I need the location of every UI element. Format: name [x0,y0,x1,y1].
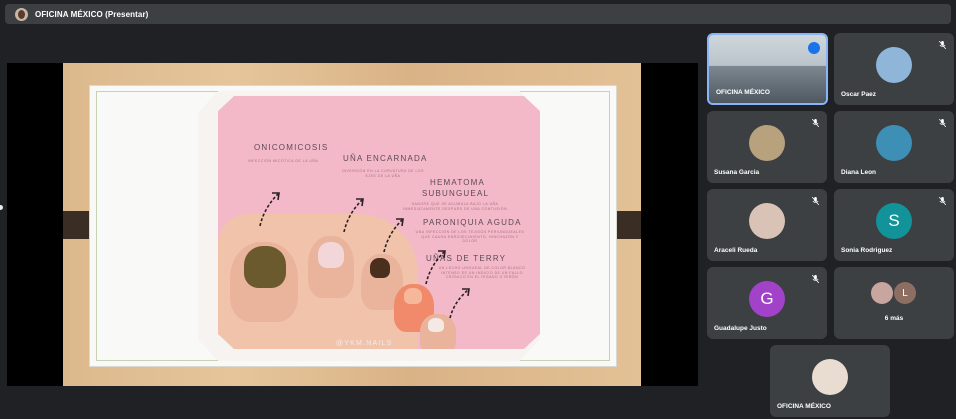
arrow-icon [343,198,364,233]
arrow-icon [259,192,280,227]
nail-hematoma [370,258,390,278]
desc-una-encarnada: INVERSIÓN EN LA CURVATURA DE LOS EJES DE… [342,169,424,178]
mic-off-icon [812,197,819,205]
avatar: L [894,282,916,304]
label-una-encarnada: UÑA ENCARNADA [343,154,428,163]
participant-tile[interactable]: Oscar Paez [834,33,954,105]
participant-name: OFICINA MÉXICO [777,403,831,410]
mic-off-icon [939,119,946,127]
participant-tile[interactable]: G Guadalupe Justo [707,267,827,339]
desc-onicomicosis: INFECCIÓN MICÓTICA DE LA UÑA [247,159,319,163]
slide-image: ONICOMICOSIS INFECCIÓN MICÓTICA DE LA UÑ… [218,96,540,349]
meeting-title: OFICINA MÉXICO (Presentar) [35,9,149,19]
participant-tile[interactable]: Susana Garcia [707,111,827,183]
mic-off-icon [812,275,819,283]
nail-paronychia [404,288,422,304]
self-view-tile[interactable]: OFICINA MÉXICO [770,345,890,417]
presenter-avatar [15,7,28,21]
avatar: G [749,280,785,317]
avatar: S [876,202,912,239]
more-participants-count: 6 más [884,315,904,322]
speaking-indicator-icon [808,42,820,54]
participant-name: Oscar Paez [841,91,877,98]
avatar [876,124,912,161]
desc-paroniquia: UNA INFECCIÓN DE LOS TEJIDOS PERIUNGUEAL… [415,230,525,243]
label-hematoma: HEMATOMA [430,178,486,187]
arrow-icon [383,218,404,253]
participant-name: Guadalupe Justo [714,325,767,332]
mic-off-icon [939,197,946,205]
mic-off-icon [812,119,819,127]
avatar [871,282,893,304]
presentation-area: ONICOMICOSIS INFECCIÓN MICÓTICA DE LA UÑ… [7,63,698,386]
more-participants-tile[interactable]: L 6 más [834,267,954,339]
label-onicomicosis: ONICOMICOSIS [254,143,329,152]
avatar [876,46,912,83]
avatar [749,124,785,161]
meeting-title-bar: OFICINA MÉXICO (Presentar) [5,4,951,24]
nail-terry [428,318,444,332]
side-panel-handle[interactable] [0,205,3,210]
desc-hematoma: SANGRE QUE SE ACUMULA BAJO LA UÑA INMEDI… [403,202,507,211]
slide-board: ONICOMICOSIS INFECCIÓN MICÓTICA DE LA UÑ… [63,63,641,386]
participant-tile[interactable]: OFICINA MÉXICO [707,33,828,105]
nail-fungus [244,246,286,288]
slide: ONICOMICOSIS INFECCIÓN MICÓTICA DE LA UÑ… [89,85,617,367]
participant-name: Sonia Rodriguez [841,247,893,254]
participant-name: Araceli Rueda [714,247,758,254]
avatar [812,358,848,395]
mic-off-icon [939,41,946,49]
participant-tile[interactable]: S Sonia Rodriguez [834,189,954,261]
avatar [749,202,785,239]
nail-ingrown [318,242,344,268]
participant-tile[interactable]: Diana Leon [834,111,954,183]
arrow-icon [425,250,446,285]
participant-name: Diana Leon [841,169,877,176]
slide-brand: @YKM.NAILS [336,340,393,347]
participant-tile[interactable]: Araceli Rueda [707,189,827,261]
label-paroniquia: PARONIQUIA AGUDA [423,218,522,227]
participant-name: Susana Garcia [714,169,760,176]
participant-name: OFICINA MÉXICO [716,89,770,96]
arrow-icon [449,288,470,319]
label-subungueal: SUBUNGUEAL [422,189,490,198]
